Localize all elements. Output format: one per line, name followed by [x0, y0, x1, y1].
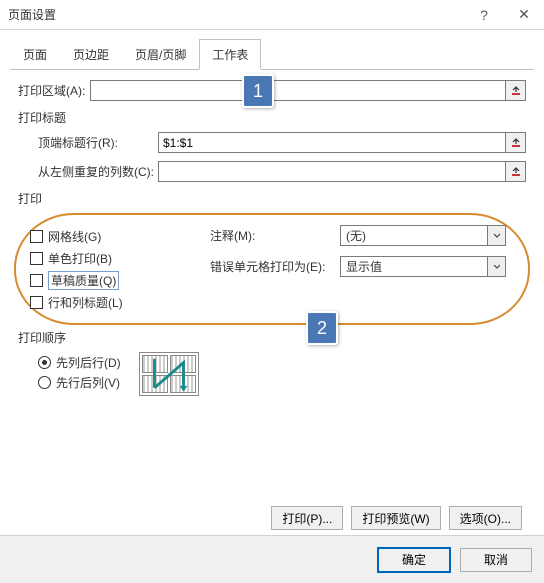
black-white-label: 单色打印(B) — [48, 250, 112, 267]
cancel-button[interactable]: 取消 — [460, 548, 532, 572]
print-button[interactable]: 打印(P)... — [271, 506, 343, 530]
options-button[interactable]: 选项(O)... — [449, 506, 522, 530]
tab-sheet[interactable]: 工作表 — [199, 39, 261, 70]
cell-errors-value: 显示值 — [341, 258, 487, 275]
tab-header-footer[interactable]: 页眉/页脚 — [122, 39, 199, 70]
gridlines-checkbox[interactable] — [30, 230, 43, 243]
chevron-down-icon — [487, 226, 505, 245]
close-button[interactable]: ✕ — [504, 0, 544, 30]
comments-value: (无) — [341, 227, 487, 244]
tab-strip: 页面 页边距 页眉/页脚 工作表 — [10, 38, 534, 70]
gridlines-label: 网格线(G) — [48, 228, 101, 245]
tab-margins[interactable]: 页边距 — [60, 39, 122, 70]
tab-page[interactable]: 页面 — [10, 39, 60, 70]
cols-to-repeat-input[interactable] — [158, 161, 506, 182]
over-then-down-label: 先行后列(V) — [56, 374, 120, 391]
chevron-down-icon — [487, 257, 505, 276]
ok-button[interactable]: 确定 — [378, 548, 450, 572]
comments-label: 注释(M): — [210, 227, 340, 244]
print-area-label: 打印区域(A): — [18, 82, 90, 99]
titlebar: 页面设置 ? ✕ — [0, 0, 544, 30]
cell-errors-label: 错误单元格打印为(E): — [210, 258, 340, 275]
print-section: 打印 — [18, 190, 526, 207]
over-then-down-radio[interactable] — [38, 376, 51, 389]
collapse-dialog-icon[interactable] — [506, 80, 526, 101]
dialog-footer: 确定 取消 — [0, 535, 544, 583]
print-area-input[interactable] — [90, 80, 506, 101]
callout-1: 1 — [242, 74, 274, 108]
down-then-over-radio[interactable] — [38, 356, 51, 369]
draft-checkbox[interactable] — [30, 274, 43, 287]
page-order-section: 打印顺序 — [18, 329, 526, 346]
help-button[interactable]: ? — [464, 0, 504, 30]
cols-to-repeat-label: 从左侧重复的列数(C): — [38, 163, 158, 180]
print-preview-button[interactable]: 打印预览(W) — [351, 506, 440, 530]
rows-to-repeat-label: 顶端标题行(R): — [38, 134, 158, 151]
cell-errors-select[interactable]: 显示值 — [340, 256, 506, 277]
print-options-group: 网格线(G) 单色打印(B) 草稿质量(Q) 行和列标题(L) 注释(M): (… — [14, 213, 530, 325]
rows-to-repeat-input[interactable] — [158, 132, 506, 153]
row-col-headings-checkbox[interactable] — [30, 296, 43, 309]
page-order-preview-icon — [139, 352, 199, 396]
print-titles-section: 打印标题 — [18, 109, 526, 126]
draft-label: 草稿质量(Q) — [48, 271, 119, 290]
collapse-dialog-icon[interactable] — [506, 132, 526, 153]
comments-select[interactable]: (无) — [340, 225, 506, 246]
page-setup-dialog: 页面设置 ? ✕ 页面 页边距 页眉/页脚 工作表 1 打印区域(A): 打印标… — [0, 0, 544, 583]
down-then-over-label: 先列后行(D) — [56, 354, 121, 371]
row-col-headings-label: 行和列标题(L) — [48, 294, 123, 311]
window-title: 页面设置 — [0, 6, 464, 23]
callout-2: 2 — [306, 311, 338, 345]
black-white-checkbox[interactable] — [30, 252, 43, 265]
collapse-dialog-icon[interactable] — [506, 161, 526, 182]
